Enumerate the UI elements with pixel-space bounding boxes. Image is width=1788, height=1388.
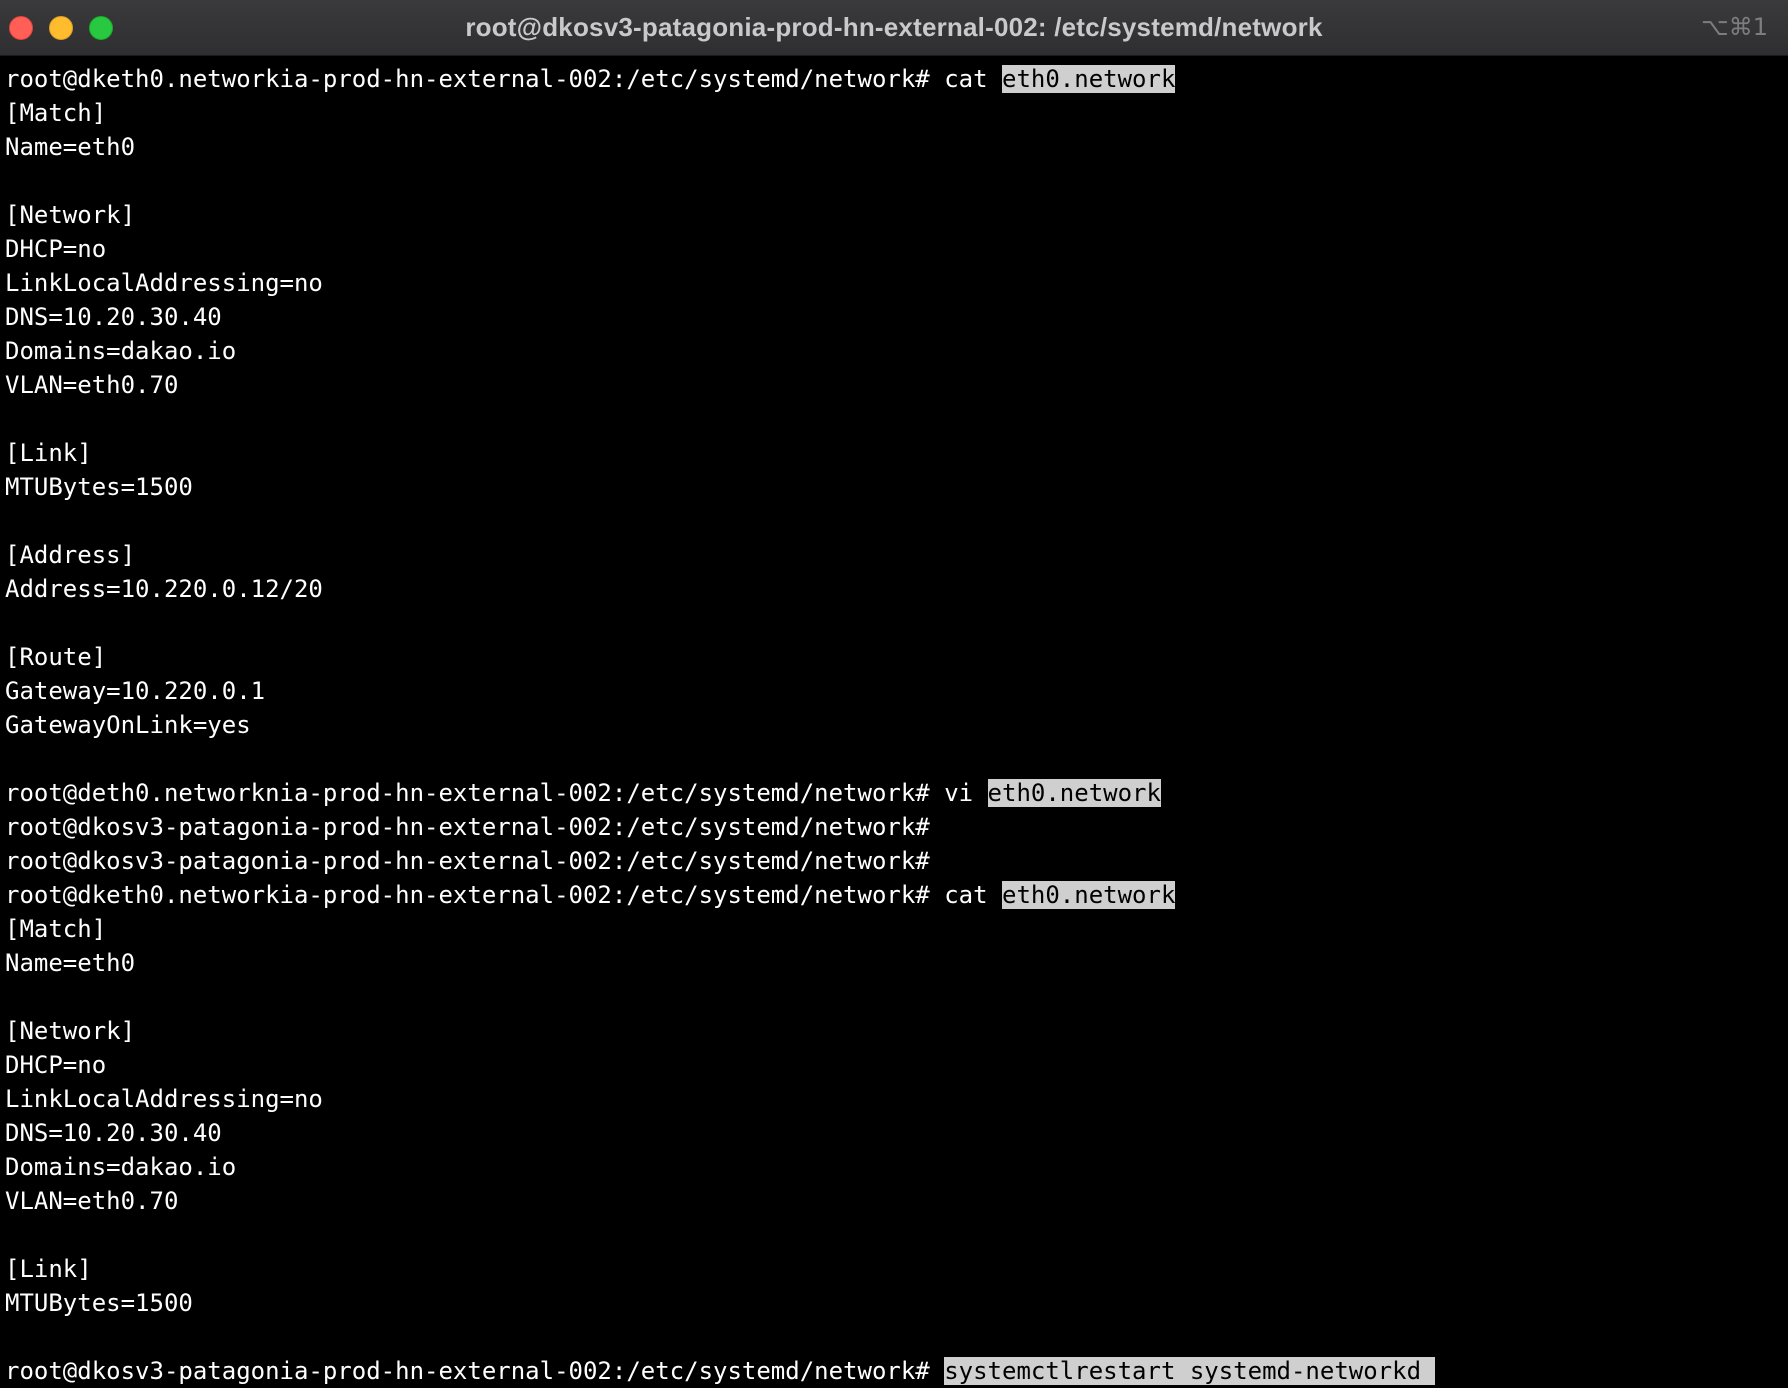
output-line: MTUBytes=1500 (5, 473, 193, 501)
output-line: Domains=dakao.io (5, 1153, 237, 1181)
prompt-line: root@dketh0.networkia-prod-hn-external-0… (5, 62, 1788, 96)
prompt-line: root@dkosv3-patagonia-prod-hn-external-0… (5, 844, 1788, 878)
output-line: Gateway=10.220.0.1 (5, 677, 266, 705)
prompt-line: root@dkosv3-patagonia-prod-hn-external-0… (5, 810, 1788, 844)
output-line: DHCP=no (5, 235, 107, 263)
output-line: [Link] (5, 439, 92, 467)
output-line: Name=eth0 (5, 133, 136, 161)
output-line: Domains=dakao.io (5, 337, 237, 365)
output-line: LinkLocalAddressing=no (5, 1085, 323, 1113)
output-line: DNS=10.20.30.40 (5, 1119, 222, 1147)
output-line: [Route] (5, 643, 107, 671)
output-line: Name=eth0 (5, 949, 136, 977)
prompt: root@dkosv3-patagonia-prod-hn-external-0… (5, 847, 930, 875)
window-title: root@dkosv3-patagonia-prod-hn-external-0… (465, 12, 1323, 42)
output-line: [Network] (5, 201, 136, 229)
output-line: DNS=10.20.30.40 (5, 303, 222, 331)
prompt: root@deth0.networknia-prod-hn-external-0… (5, 779, 930, 807)
output-line: [Address] (5, 541, 136, 569)
output-line: [Network] (5, 1017, 136, 1045)
selected-text: eth0.network (1002, 881, 1176, 909)
prompt-line: root@dkosv3-patagonia-prod-hn-external-0… (5, 1354, 1788, 1388)
prompt: root@dketh0.networkia-prod-hn-external-0… (5, 881, 930, 909)
terminal-window: root@dkosv3-patagonia-prod-hn-external-0… (0, 0, 1788, 1388)
output-line: GatewayOnLink=yes (5, 711, 251, 739)
command (930, 1357, 944, 1385)
command: vi (929, 779, 988, 807)
selected-text: systemctlrestart systemd-networkd (944, 1357, 1436, 1385)
output-line: Address=10.220.0.12/20 (5, 575, 323, 603)
selected-text: eth0.network (1002, 65, 1176, 93)
output-line: [Match] (5, 915, 107, 943)
prompt: root@dkosv3-patagonia-prod-hn-external-0… (5, 813, 930, 841)
output-line: [Link] (5, 1255, 92, 1283)
output-line: MTUBytes=1500 (5, 1289, 193, 1317)
output-line: LinkLocalAddressing=no (5, 269, 323, 297)
output-line: VLAN=eth0.70 (5, 1187, 179, 1215)
selected-text: eth0.network (987, 779, 1161, 807)
tab-shortcut-label: ⌥⌘1 (1701, 13, 1768, 41)
output-line: VLAN=eth0.70 (5, 371, 179, 399)
prompt-line: root@dketh0.networkia-prod-hn-external-0… (5, 878, 1788, 912)
title-bar[interactable]: root@dkosv3-patagonia-prod-hn-external-0… (0, 0, 1788, 56)
command: cat (929, 881, 1002, 909)
output-line: [Match] (5, 99, 107, 127)
terminal-output[interactable]: root@dketh0.networkia-prod-hn-external-0… (5, 62, 1788, 1388)
prompt: root@dkosv3-patagonia-prod-hn-external-0… (5, 1357, 930, 1385)
output-line: DHCP=no (5, 1051, 107, 1079)
prompt-line: root@deth0.networknia-prod-hn-external-0… (5, 776, 1788, 810)
command: cat (929, 65, 1002, 93)
prompt: root@dketh0.networkia-prod-hn-external-0… (5, 65, 930, 93)
